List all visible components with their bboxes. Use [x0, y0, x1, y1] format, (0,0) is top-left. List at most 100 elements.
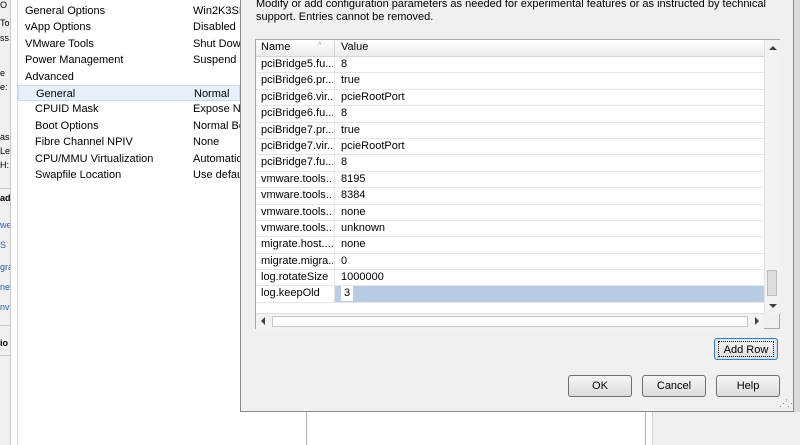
option-row[interactable]: Swapfile Location Use defau [18, 167, 240, 183]
cell-name[interactable]: pciBridge6.pr... [261, 74, 333, 86]
cell-name[interactable]: pciBridge6.fu... [261, 107, 333, 119]
grid-row[interactable]: pciBridge6.fu... 8 [256, 106, 764, 123]
option-row[interactable]: CPU/MMU Virtualization Automatic [18, 151, 240, 167]
grid-row[interactable]: pciBridge7.vir... pcieRootPort [256, 138, 764, 156]
background-divider [306, 410, 307, 445]
option-name: Boot Options [35, 119, 99, 132]
cell-value[interactable]: 8 [341, 107, 347, 119]
scroll-left-button[interactable] [256, 314, 271, 329]
cell-value[interactable]: pcieRootPort [341, 91, 405, 103]
cell-value[interactable]: pcieRootPort [341, 140, 405, 152]
cell-name[interactable]: vmware.tools.... [261, 173, 333, 185]
option-row[interactable]: Boot Options Normal Bo [18, 118, 240, 134]
option-row[interactable]: vApp Options Disabled [18, 19, 240, 35]
cell-name[interactable]: pciBridge6.vir... [261, 91, 333, 103]
cell-name[interactable]: log.rotateSize [261, 271, 333, 283]
cell-value-editor[interactable]: 3 [341, 286, 354, 302]
cell-value[interactable]: 8 [341, 58, 347, 70]
column-header-name[interactable]: Name [261, 41, 290, 53]
option-value: Disabled [193, 21, 236, 34]
ok-button[interactable]: OK [568, 375, 632, 397]
cell-name[interactable]: log.keepOld [261, 287, 333, 299]
cell-value[interactable]: 8384 [341, 189, 365, 201]
option-value: Normal Bo [193, 119, 240, 132]
cell-name[interactable]: pciBridge7.fu... [261, 156, 333, 168]
cell-value[interactable]: 0 [341, 255, 347, 267]
cell-name[interactable]: vmware.tools.... [261, 189, 333, 201]
cell-divider [334, 204, 335, 220]
clipped-text-fragment: e: [0, 82, 8, 92]
option-name: VMware Tools [25, 37, 94, 50]
horizontal-scrollbar[interactable] [256, 313, 764, 329]
cell-divider [334, 286, 335, 302]
horizontal-scroll-thumb[interactable] [272, 316, 748, 327]
background-window-edge: O To ss e e: asl Le H: ad we Sgra ne nv io [0, 0, 11, 445]
column-divider[interactable] [334, 40, 335, 56]
scroll-down-button[interactable] [765, 298, 780, 314]
cell-name[interactable]: vmware.tools.... [261, 222, 333, 234]
grid-row[interactable]: pciBridge6.pr... true [256, 73, 764, 90]
vertical-scroll-thumb[interactable] [767, 270, 777, 296]
cell-name[interactable]: pciBridge7.vir... [261, 140, 333, 152]
arrow-up-icon [769, 46, 777, 50]
option-row[interactable]: CPUID Mask Expose Nx [18, 101, 240, 117]
clipped-text-fragment: gra [0, 262, 10, 272]
scroll-up-button[interactable] [765, 40, 780, 56]
option-row[interactable]: Fibre Channel NPIV None [18, 134, 240, 150]
grid-row[interactable]: vmware.tools.... unknown [256, 220, 764, 238]
cell-value[interactable]: none [341, 238, 365, 250]
instructions-text: Modify or add configuration parameters a… [256, 0, 766, 23]
background-divider [652, 410, 653, 445]
cell-value[interactable]: 1000000 [341, 271, 384, 283]
grid-row[interactable]: migrate.host.... none [256, 237, 764, 254]
cell-name[interactable]: pciBridge7.pr... [261, 124, 333, 136]
vertical-scrollbar[interactable] [764, 40, 780, 314]
cell-value[interactable]: none [341, 206, 365, 218]
parameters-grid[interactable]: Name ^ Value pciBridge5.fu... 8 pciBridge6… [255, 39, 780, 329]
cell-name[interactable]: migrate.host.... [261, 238, 333, 250]
grid-row[interactable]: vmware.tools.... 8384 [256, 188, 764, 205]
grid-row[interactable]: pciBridge7.fu... 8 [256, 155, 764, 172]
option-value: Use defau [193, 169, 240, 181]
grid-row[interactable]: log.rotateSize 1000000 [256, 270, 764, 287]
resize-grip-icon[interactable]: ⋰⋰ [779, 398, 796, 409]
option-value: Shut Dowr [193, 37, 240, 50]
option-row[interactable]: Advanced [18, 69, 240, 85]
cancel-button[interactable]: Cancel [642, 375, 706, 397]
clipped-text-fragment: O [0, 0, 8, 10]
cell-value[interactable]: 8 [341, 156, 347, 168]
grid-rows: pciBridge5.fu... 8 pciBridge6.pr... true pci… [256, 57, 764, 303]
cell-value[interactable]: unknown [341, 222, 385, 234]
option-value: Win2K3SP [193, 5, 240, 17]
cell-name[interactable]: pciBridge5.fu... [261, 58, 333, 70]
grid-row[interactable]: pciBridge7.pr... true [256, 122, 764, 139]
option-value: Expose Nx [193, 103, 240, 116]
help-button[interactable]: Help [716, 375, 780, 397]
grid-row[interactable]: pciBridge5.fu... 8 [256, 57, 764, 74]
clipped-text-fragment: To [0, 18, 10, 28]
background-panel [652, 410, 800, 445]
option-value: Normal [194, 88, 230, 100]
cell-divider [334, 57, 335, 73]
vm-options-list: General Options Win2K3SP vApp Options Disab… [18, 0, 240, 445]
option-row[interactable]: General Normal [18, 85, 240, 101]
column-header-value[interactable]: Value [341, 41, 368, 53]
cell-value[interactable]: true [341, 124, 360, 136]
cell-name[interactable]: migrate.migra... [261, 255, 333, 267]
clipped-text-fragment: ne [0, 282, 11, 292]
grid-row-selected[interactable]: log.keepOld 3 [256, 286, 764, 303]
cell-name[interactable]: vmware.tools.... [261, 206, 333, 218]
clipped-text-fragment: e [0, 68, 6, 78]
grid-row[interactable]: vmware.tools.... none [256, 204, 764, 221]
add-row-button[interactable]: Add Row [714, 338, 778, 360]
option-name: Swapfile Location [35, 169, 122, 181]
option-row[interactable]: General Options Win2K3SP [18, 3, 240, 19]
cell-value[interactable]: 8195 [341, 173, 365, 185]
grid-row[interactable]: pciBridge6.vir... pcieRootPort [256, 89, 764, 107]
option-row[interactable]: VMware Tools Shut Dowr [18, 36, 240, 52]
scroll-right-button[interactable] [749, 314, 764, 329]
grid-row[interactable]: migrate.migra... 0 [256, 253, 764, 271]
cell-value[interactable]: true [341, 74, 360, 86]
option-row[interactable]: Power Management Suspend [18, 52, 240, 68]
grid-row[interactable]: vmware.tools.... 8195 [256, 171, 764, 189]
